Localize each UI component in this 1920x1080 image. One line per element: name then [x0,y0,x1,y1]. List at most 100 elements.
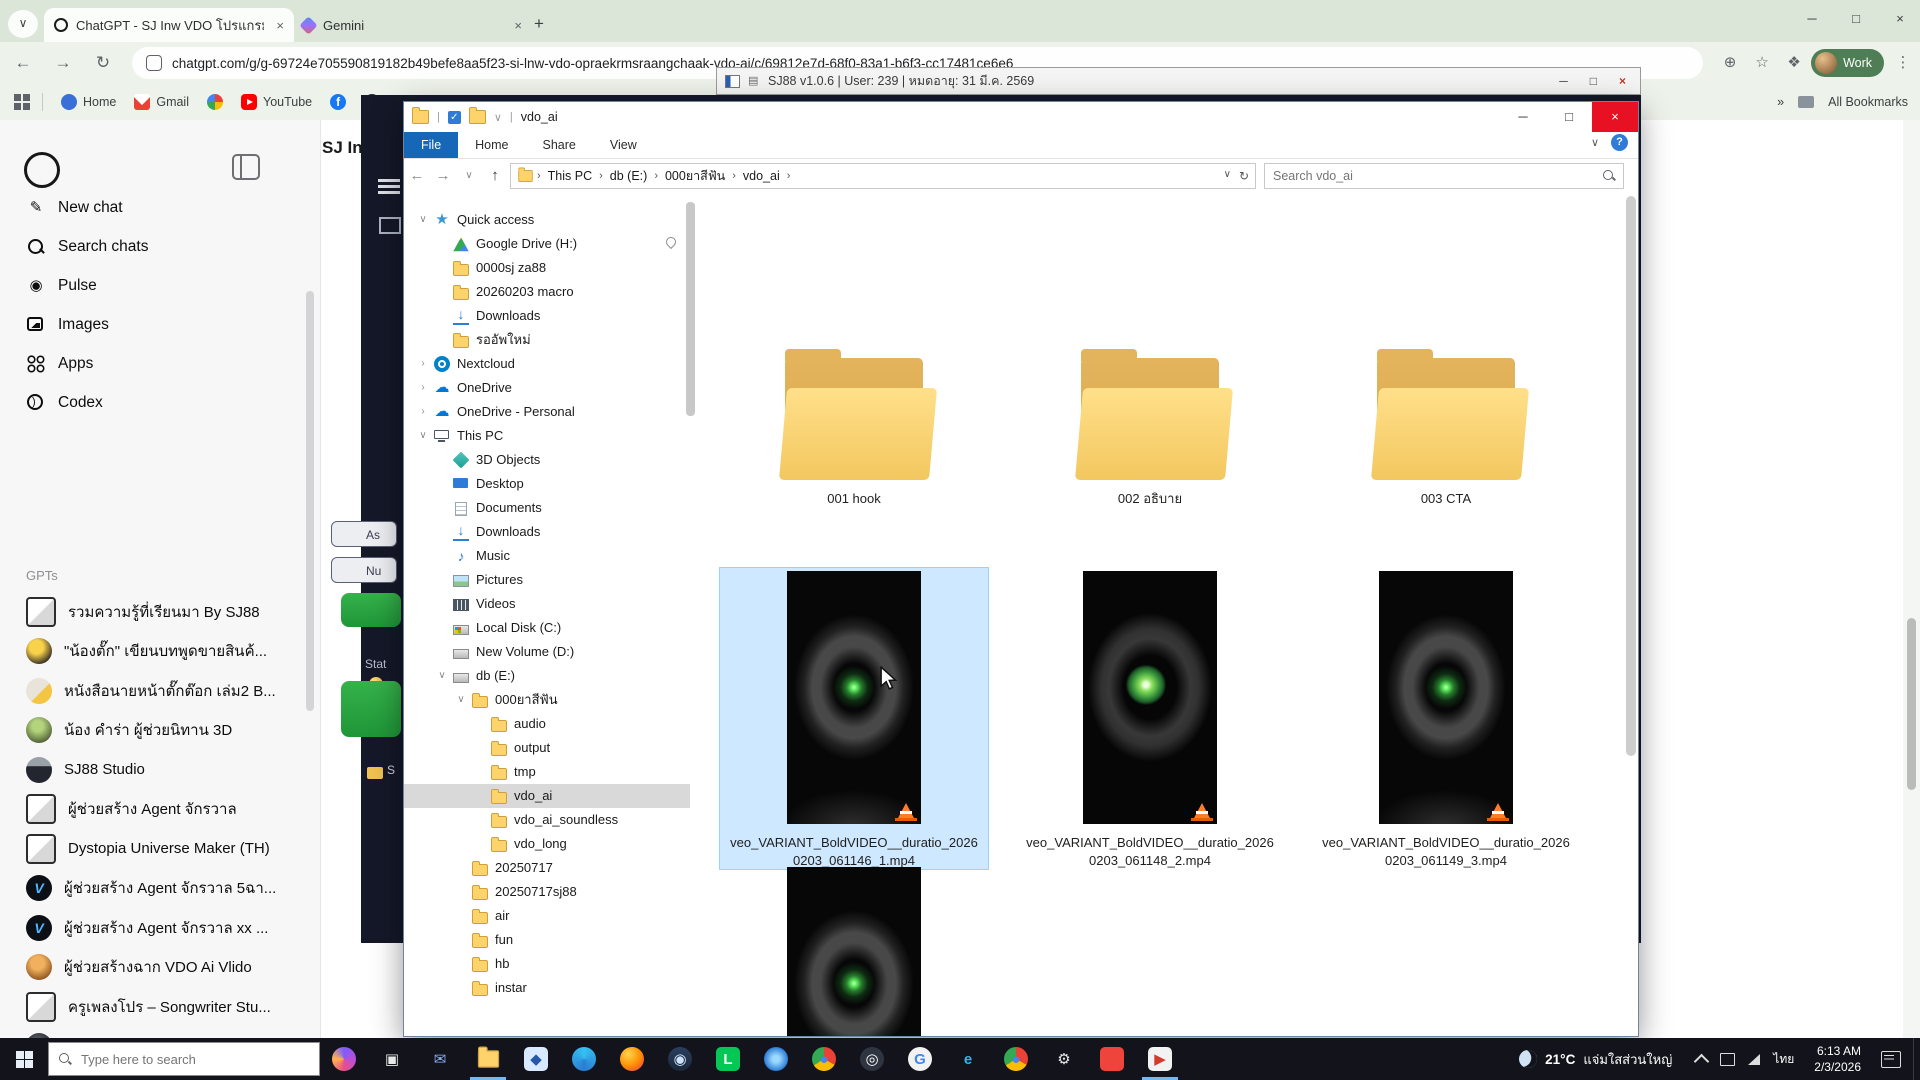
expand-icon[interactable]: › [418,400,428,424]
qat-customize-icon[interactable]: ∨ [494,111,502,124]
breadcrumb-segment[interactable]: db (E:) [606,169,652,183]
chrome-icon[interactable]: ● [800,1038,848,1080]
content-scrollbar[interactable] [1626,196,1636,756]
obs-icon[interactable]: ◎ [848,1038,896,1080]
tree-item-0000sj-za88[interactable]: 0000sj za88 [404,256,690,280]
nav-forward-icon[interactable]: → [430,167,456,184]
gpt-item-4[interactable]: SJ88 Studio [0,750,320,790]
bookmark-star-icon[interactable]: ☆ [1747,48,1777,78]
gpt-item-9[interactable]: ผู้ช่วยสร้างฉาก VDO Ai Vlido [0,948,320,988]
generate-button[interactable] [341,593,401,627]
network-icon[interactable] [1748,1054,1760,1065]
nav-back-icon[interactable]: ← [404,167,430,184]
tree-item-รออัพใหม่[interactable]: รออัพใหม่ [404,328,690,352]
taskbar-weather[interactable]: 21°C แจ่มใสส่วนใหญ่ [1505,1049,1686,1070]
ribbon-collapse-icon[interactable]: ∨ [1591,136,1599,149]
tree-item-3D-Objects[interactable]: 3D Objects [404,448,690,472]
settings-icon[interactable]: ⚙ [1040,1038,1088,1080]
action-center-icon[interactable] [1881,1051,1901,1068]
steam-icon[interactable]: ◉ [656,1038,704,1080]
forward-icon[interactable]: → [46,46,80,80]
gpt-item-3[interactable]: น้อง คำร่า ผู้ช่วยนิทาน 3D [0,711,320,751]
browser-maximize-button[interactable]: □ [1836,4,1876,34]
line-icon[interactable]: L [704,1038,752,1080]
tree-item-instar[interactable]: instar [404,976,690,1000]
tree-item-Pictures[interactable]: Pictures [404,568,690,592]
show-desktop-button[interactable] [1913,1038,1920,1080]
close-icon[interactable]: × [1619,74,1626,88]
photos-icon[interactable]: ◆ [512,1038,560,1080]
language-indicator[interactable]: ไทย [1773,1050,1794,1069]
all-bookmarks-label[interactable]: All Bookmarks [1828,95,1908,109]
gpt-item-0[interactable]: รวมความรู้ที่เรียนมา By SJ88 [0,592,320,632]
gpt-item-8[interactable]: Vผู้ช่วยสร้าง Agent จักรวาล xx ... [0,908,320,948]
tree-item-air[interactable]: air [404,904,690,928]
tree-item-20250717sj88[interactable]: 20250717sj88 [404,880,690,904]
bookmark-item-facebook[interactable]: f [330,94,346,110]
tab-gemini[interactable]: Gemini × [292,8,532,42]
ribbon-tab-file[interactable]: File [404,132,458,158]
expand-icon[interactable]: ∨ [437,664,447,688]
browser-profile-button[interactable]: Work [1811,49,1884,77]
explorer-search-input[interactable] [1265,168,1603,184]
browser-minimize-button[interactable]: ─ [1792,4,1832,34]
browser-close-button[interactable]: × [1880,4,1920,34]
bookmarks-overflow-icon[interactable]: » [1777,95,1784,109]
tree-item-output[interactable]: output [404,736,690,760]
breadcrumb-segment[interactable]: vdo_ai [739,169,784,183]
taskbar-search-box[interactable] [48,1042,320,1076]
file-explorer-icon[interactable] [464,1038,512,1080]
video-file-tile[interactable]: veo_VARIANT_BoldVIDEO__duratio_20260203_… [720,864,988,1036]
sidebar-item-apps[interactable]: Apps [0,344,320,383]
taskbar-clock[interactable]: 6:13 AM 2/3/2026 [1804,1043,1871,1075]
tree-item-OneDrive---Personal[interactable]: ›☁OneDrive - Personal [404,400,690,424]
explorer-minimize-button[interactable]: ─ [1500,102,1546,132]
reload-icon[interactable]: ↻ [86,46,120,80]
sidebar-item-new-chat[interactable]: ✎New chat [0,188,320,227]
sidebar-scrollbar[interactable] [306,291,314,711]
video-file-tile[interactable]: veo_VARIANT_BoldVIDEO__duratio_20260203_… [1016,568,1284,869]
gpt-item-2[interactable]: หนังสือนายหน้าตั๊กต๊อก เล่ม2 B... [0,671,320,711]
ribbon-tab-view[interactable]: View [593,132,654,158]
site-settings-icon[interactable] [146,55,162,71]
tree-item-Downloads[interactable]: ↓Downloads [404,304,690,328]
back-icon[interactable]: ← [6,46,40,80]
tree-item-OneDrive[interactable]: ›☁OneDrive [404,376,690,400]
explorer-search-box[interactable] [1264,163,1624,189]
tree-scrollbar[interactable] [686,202,695,416]
tree-item-This-PC[interactable]: ∨This PC [404,424,690,448]
new-tab-button[interactable]: + [526,12,552,38]
tree-item-Downloads[interactable]: ↓Downloads [404,520,690,544]
maximize-icon[interactable]: □ [1590,74,1597,88]
qat-newfolder-icon[interactable] [469,110,486,124]
page-scrollbar-track[interactable] [1903,120,1920,1038]
anydesk-icon[interactable] [1088,1038,1136,1080]
refresh-icon[interactable]: ↻ [1239,169,1249,183]
page-scrollbar-thumb[interactable] [1907,618,1916,790]
gpt-item-10[interactable]: ครูเพลงโปร – Songwriter Stu... [0,987,320,1027]
bookmark-item-youtube[interactable]: YouTube [241,94,312,110]
minimize-icon[interactable]: ─ [1559,74,1568,88]
explorer-close-button[interactable]: × [1592,102,1638,132]
video-file-tile[interactable]: veo_VARIANT_BoldVIDEO__duratio_20260203_… [1312,568,1580,869]
help-icon[interactable]: ? [1611,134,1628,151]
ribbon-tab-home[interactable]: Home [458,132,525,158]
gpt-item-5[interactable]: ผู้ช่วยสร้าง Agent จักรวาล [0,790,320,830]
tree-item-vdo_ai[interactable]: vdo_ai [404,784,690,808]
expand-icon[interactable]: ∨ [418,424,428,448]
expand-icon[interactable]: › [418,376,428,400]
folder-tile[interactable]: 003 CTA [1312,312,1580,508]
google-icon[interactable]: G [896,1038,944,1080]
explorer-maximize-button[interactable]: □ [1546,102,1592,132]
zoom-icon[interactable]: ⊕ [1715,48,1745,78]
start-button[interactable] [0,1038,48,1080]
tree-item-Documents[interactable]: Documents [404,496,690,520]
sidebar-toggle-icon[interactable] [232,154,260,180]
tree-item-vdo_ai_soundless[interactable]: vdo_ai_soundless [404,808,690,832]
tree-item-20260203-macro[interactable]: 20260203 macro [404,280,690,304]
folder-tile[interactable]: 002 อธิบาย [1016,312,1284,508]
extensions-icon[interactable]: ❖ [1779,48,1809,78]
explorer-breadcrumb-bar[interactable]: ›This PC›db (E:)›000ยาสีฟัน›vdo_ai› ∨ ↻ [510,163,1256,189]
nav-up-icon[interactable]: ↑ [482,167,508,184]
video-file-tile[interactable]: veo_VARIANT_BoldVIDEO__duratio_20260203_… [720,568,988,869]
